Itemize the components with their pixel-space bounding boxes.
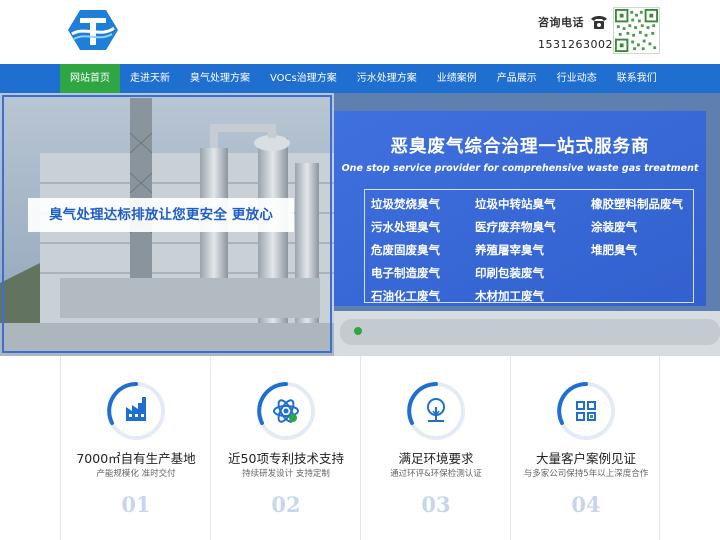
hero-banner[interactable]: 臭气处理达标排放让您更安全 更放心 恶臭废气综合治理一站式服务商 One sto… [0,93,720,356]
service-panel: 恶臭废气综合治理一站式服务商 One stop service provider… [334,111,706,306]
nav-list: 网站首页 走进天新 臭气处理方案 VOCs治理方案 污水处理方案 业绩案例 产品展示 行业动态… [60,64,667,93]
service-item: 石油化工废气 [371,289,440,303]
nav-item-6[interactable]: 业绩案例 [427,64,487,93]
nav-item-5[interactable]: 污水处理方案 [347,64,427,93]
service-item: 养殖屠宰臭气 [475,243,544,257]
tree-icon [407,382,465,440]
atom-icon [257,382,315,440]
feature-card-4[interactable]: 大量客户案例见证与多家公司保持5年以上深度合作 04 [510,356,660,540]
service-item: 污水处理臭气 [371,220,440,234]
nav-item-4[interactable]: VOCs治理方案 [260,64,347,93]
feature-subtitle: 产能规模化 准时交付 [96,469,176,479]
nav-item-7[interactable]: 产品展示 [487,64,547,93]
service-item: 木材加工废气 [475,289,544,303]
feature-card-2[interactable]: 近50项专利技术支持持续研发设计 支持定制 02 [210,356,360,540]
nav-item-2[interactable]: 走进天新 [120,64,180,93]
panel-title: 恶臭废气综合治理一站式服务商 [390,137,650,157]
service-item: 涂装废气 [591,220,637,234]
service-item: 危废固废臭气 [371,243,440,257]
feature-number: 04 [571,492,601,517]
feature-number: 02 [271,492,301,517]
site-header: 咨询电话 15312630027 [0,0,720,64]
feature-title: 7000㎡自有生产基地 [76,451,196,466]
panel-subtitle: One stop service provider for comprehens… [341,163,699,174]
feature-subtitle: 持续研发设计 支持定制 [242,469,330,479]
nav-item-1[interactable]: 网站首页 [60,64,120,93]
service-item: 电子制造废气 [371,266,440,280]
company-logo[interactable] [68,8,118,52]
factory-icon [107,382,165,440]
banner-slogan: 臭气处理达标排放让您更安全 更放心 [28,198,294,232]
nav-item-8[interactable]: 行业动态 [547,64,607,93]
feature-subtitle: 与多家公司保持5年以上深度合作 [523,469,649,479]
nav-item-9[interactable]: 联系我们 [607,64,667,93]
feature-row: 7000㎡自有生产基地产能规模化 准时交付 01 近50项专利技术支持持续研发设计 … [60,356,660,540]
phone-icon [591,16,607,29]
feature-title: 大量客户案例见证 [535,451,636,466]
contact-phone[interactable]: 15312630027 [538,38,620,51]
feature-title: 近50项专利技术支持 [228,451,344,466]
qr-code-icon [613,7,660,54]
service-item: 印刷包装废气 [475,266,544,280]
service-item: 垃圾焚烧臭气 [371,197,440,211]
service-item: 垃圾中转站臭气 [475,197,556,211]
service-item: 医疗废弃物臭气 [475,220,556,234]
service-list: 垃圾焚烧臭气 垃圾中转站臭气 橡胶塑料制品废气污水处理臭气 医疗废弃物臭气 涂装废气危废… [364,189,694,303]
feature-number: 01 [121,492,151,517]
service-item: 堆肥臭气 [591,243,637,257]
service-item: 橡胶塑料制品废气 [591,197,683,211]
feature-number: 03 [421,492,451,517]
feature-card-1[interactable]: 7000㎡自有生产基地产能规模化 准时交付 01 [60,356,210,540]
feature-subtitle: 通过环评&环保检测认证 [390,469,482,479]
case-grid-icon [557,382,615,440]
main-nav: 网站首页 走进天新 臭气处理方案 VOCs治理方案 污水处理方案 业绩案例 产品展示 行业动态… [0,64,720,93]
feature-card-3[interactable]: 满足环境要求通过环评&环保检测认证 03 [360,356,510,540]
nav-item-3[interactable]: 臭气处理方案 [180,64,260,93]
feature-title: 满足环境要求 [398,451,474,466]
